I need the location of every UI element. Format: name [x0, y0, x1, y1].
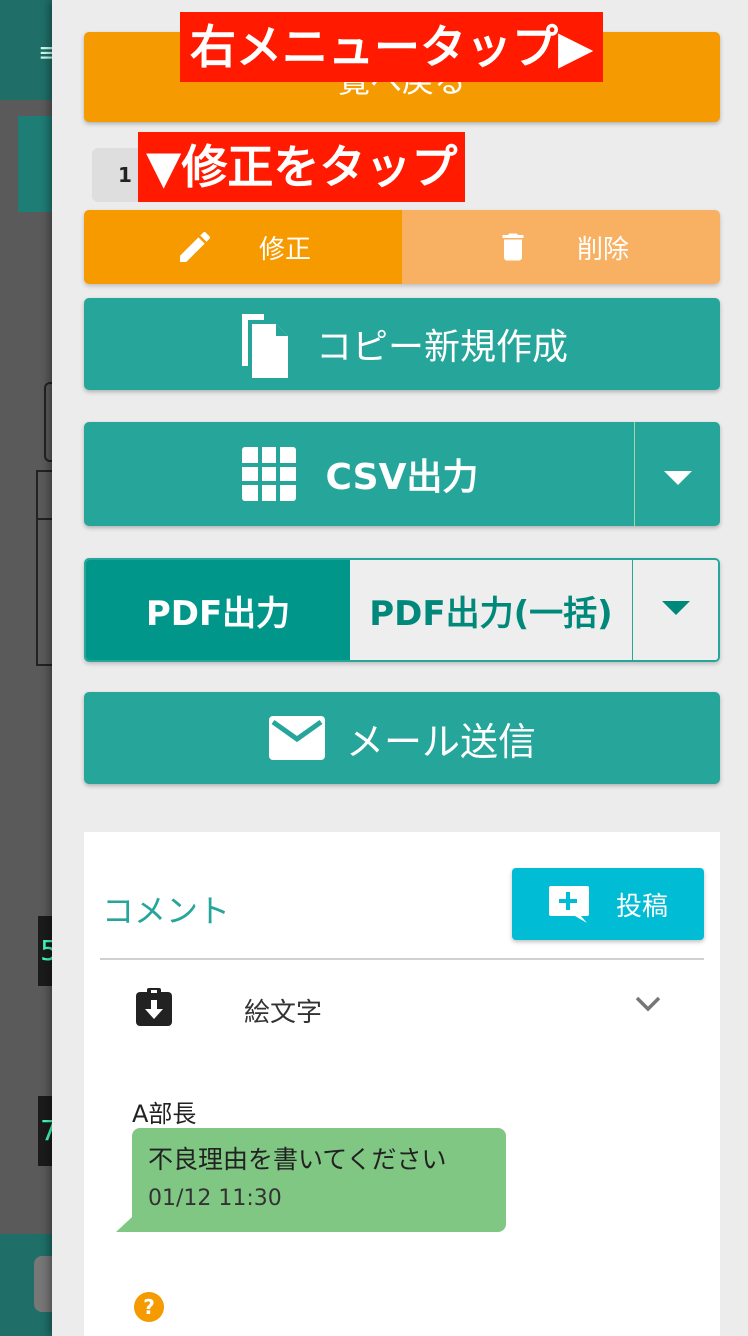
instruction-callout-edit: ▼修正をタップ: [138, 132, 466, 202]
copy-icon: [236, 306, 292, 382]
pencil-icon: [175, 227, 215, 267]
comment-title: コメント: [102, 892, 231, 930]
pdf-export-group: PDF出力 PDF出力(一括): [84, 558, 720, 662]
right-drawer-menu: 覧へ戻る 1 修正 削除 コピー新規作成: [52, 0, 748, 1336]
divider: [100, 958, 704, 960]
csv-export-group: CSV出力: [84, 422, 720, 526]
pdf-bulk-export-button[interactable]: PDF出力(一括): [350, 560, 632, 660]
post-comment-button[interactable]: 投稿: [512, 868, 704, 940]
comment-text: 不良理由を書いてください: [148, 1145, 447, 1174]
delete-button[interactable]: 削除: [402, 210, 720, 284]
trash-icon: [493, 227, 533, 267]
csv-export-button[interactable]: CSV出力: [84, 422, 634, 526]
send-mail-button[interactable]: メール送信: [84, 692, 720, 784]
add-comment-icon: [546, 884, 590, 924]
csv-dropdown-toggle[interactable]: [634, 422, 720, 526]
mail-icon: [268, 715, 326, 761]
edit-label: 修正: [258, 234, 311, 265]
caret-down-icon: [661, 600, 691, 620]
emoji-label[interactable]: 絵文字: [244, 992, 322, 1029]
csv-export-label: CSV出力: [325, 457, 479, 498]
pdf-export-button[interactable]: PDF出力: [86, 560, 350, 660]
instruction-callout-menu: 右メニュータップ▶: [180, 12, 604, 82]
grid-icon: [240, 445, 298, 503]
clipboard-download-icon[interactable]: [134, 986, 174, 1028]
send-mail-label: メール送信: [345, 719, 536, 764]
post-comment-label: 投稿: [616, 891, 669, 922]
comment-timestamp: 01/12 11:30: [148, 1186, 282, 1211]
page-number-badge: 1: [92, 148, 142, 202]
chevron-down-icon[interactable]: [634, 994, 662, 1014]
edit-button[interactable]: 修正: [84, 210, 402, 284]
comment-bubble: 不良理由を書いてください 01/12 11:30: [132, 1128, 506, 1232]
delete-label: 削除: [576, 234, 629, 265]
edit-delete-group: 修正 削除: [84, 210, 720, 284]
copy-new-label: コピー新規作成: [315, 327, 568, 368]
help-icon[interactable]: ?: [134, 1292, 164, 1322]
copy-new-button[interactable]: コピー新規作成: [84, 298, 720, 390]
comment-author: A部長: [132, 1100, 197, 1128]
caret-down-icon: [663, 454, 693, 495]
comment-panel: コメント 投稿 絵文字 A部長 不良理由を書いてください 01/12 11:30…: [84, 832, 720, 1336]
pdf-dropdown-toggle[interactable]: [632, 560, 718, 660]
